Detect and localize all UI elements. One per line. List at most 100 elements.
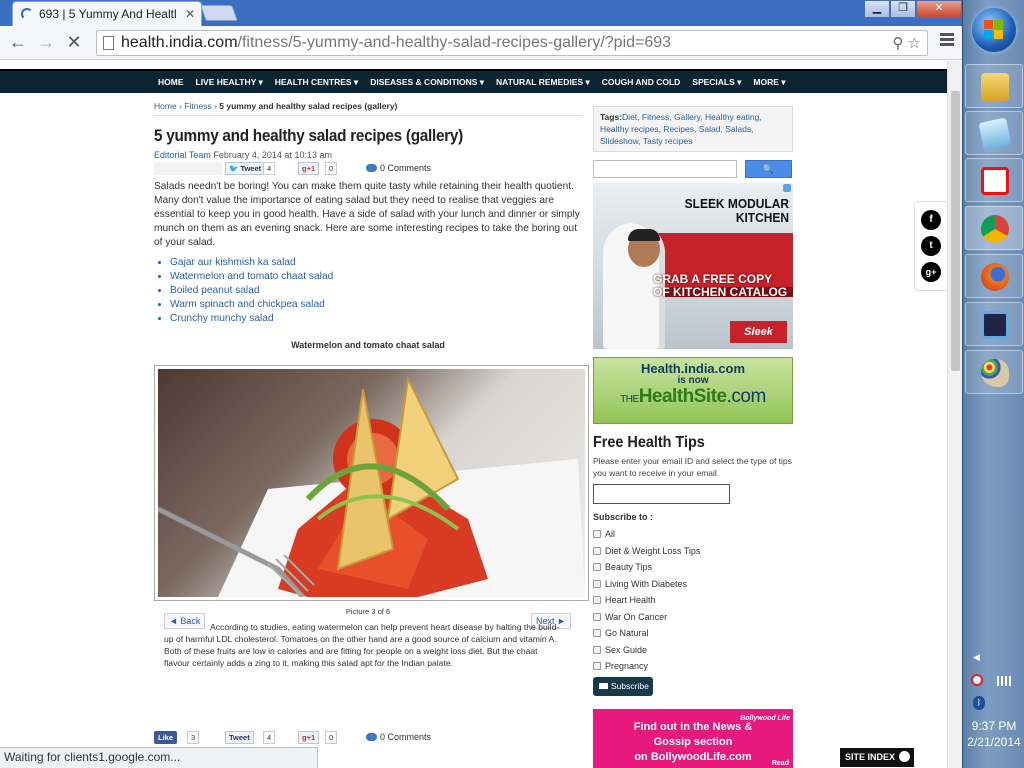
byline: Editorial Team February 4, 2014 at 10:13… (154, 150, 582, 160)
option-checkbox[interactable]: Go Natural (593, 625, 793, 642)
zoom-icon[interactable]: ⚲ (892, 35, 903, 52)
taskbar-airtel[interactable] (965, 158, 1023, 202)
chevron-circle-icon (899, 751, 911, 762)
search-button[interactable]: 🔍 (745, 160, 792, 178)
show-hidden-icons[interactable]: ◀ (973, 652, 980, 663)
status-bubble: Waiting for clients1.google.com... (0, 747, 318, 768)
recipe-link[interactable]: Warm spinach and chickpea salad (170, 298, 582, 312)
option-checkbox[interactable]: All (593, 526, 793, 543)
back-arrow-icon[interactable]: ← (6, 31, 30, 55)
windows-flag-icon (984, 20, 1004, 40)
address-bar[interactable]: health.india.com/fitness/5-yummy-and-hea… (96, 30, 928, 56)
subscription-options: All Diet & Weight Loss Tips Beauty Tips … (593, 526, 793, 675)
chrome-icon (981, 215, 1009, 243)
comments-link[interactable]: 0 Comments (366, 162, 431, 175)
subscribe-button[interactable]: Subscribe (593, 676, 653, 696)
recipe-link[interactable]: Boiled peanut salad (170, 284, 582, 298)
tags-box: Tags:Diet, Fitness, Gallery, Healthy eat… (593, 106, 793, 152)
option-checkbox[interactable]: Diet & Weight Loss Tips (593, 543, 793, 560)
breadcrumb-home[interactable]: Home (154, 101, 177, 111)
bookmark-star-icon[interactable]: ☆ (908, 35, 921, 52)
recipe-link[interactable]: Crunchy munchy salad (170, 312, 582, 326)
nav-diseases-conditions[interactable]: DISEASES & CONDITIONS ▾ (370, 71, 484, 93)
page-icon (103, 36, 114, 50)
airtel-icon (981, 167, 1009, 195)
google-plus-icon[interactable]: g+ (921, 262, 941, 282)
twitter-bird-icon: 🐦 (229, 164, 239, 173)
chrome-menu-icon[interactable] (940, 33, 954, 48)
recipe-link[interactable]: Watermelon and tomato chaat salad (170, 270, 582, 284)
forward-arrow-icon[interactable]: → (34, 31, 58, 55)
option-checkbox[interactable]: Heart Health (593, 592, 793, 609)
tweet-button[interactable]: Tweet (225, 731, 254, 744)
nav-more[interactable]: MORE ▾ (753, 71, 785, 93)
tab-close-icon[interactable]: ✕ (185, 7, 195, 21)
clock-time: 9:37 PM (971, 719, 1017, 733)
bluetooth-icon[interactable]: ᛒ (973, 696, 985, 710)
taskbar-chrome[interactable] (965, 206, 1023, 250)
sleek-logo: Sleek (730, 321, 787, 343)
bollywoodlife-ad[interactable]: Bollywood Life Find out in the News & Go… (593, 709, 793, 768)
nav-cough-and-cold[interactable]: COUGH AND COLD (602, 71, 681, 93)
photo-caption: Watermelon and tomato chaat salad (291, 340, 445, 350)
site-index-button[interactable]: SITE INDEX (840, 748, 914, 767)
recipe-list: Gajar aur kishmish ka salad Watermelon a… (154, 256, 582, 326)
taskbar-explorer[interactable] (965, 64, 1023, 108)
option-checkbox[interactable]: Living With Diabetes (593, 576, 793, 593)
tweet-button[interactable]: 🐦 Tweet (225, 162, 266, 175)
nav-home[interactable]: HOME (158, 71, 184, 93)
start-button[interactable] (972, 8, 1016, 52)
adchoices-icon[interactable] (783, 184, 791, 192)
minimize-button[interactable]: ▁ (864, 0, 890, 18)
breadcrumb-fitness[interactable]: Fitness (184, 101, 211, 111)
taskbar-clock[interactable]: 9:37 PM 2/21/2014 (963, 718, 1024, 750)
scrollbar-thumb[interactable] (951, 91, 960, 371)
twitter-icon[interactable]: t (921, 236, 941, 256)
gallery-controls: Picture 3 of 6 ◄ Back Next ► According t… (154, 607, 582, 687)
facebook-icon[interactable]: f (921, 210, 941, 230)
option-checkbox[interactable]: Pregnancy (593, 658, 793, 675)
taskbar-media[interactable] (965, 302, 1023, 346)
maximize-button[interactable]: ❐ (890, 0, 916, 18)
email-input[interactable] (593, 484, 730, 504)
sleek-kitchen-ad[interactable]: SLEEK MODULAR KITCHEN GRAB A FREE COPY O… (593, 183, 793, 349)
nav-natural-remedies[interactable]: NATURAL REMEDIES ▾ (496, 71, 590, 93)
gplus-count: 0 (325, 162, 338, 175)
gplus-button[interactable]: g+1 (298, 162, 320, 175)
new-tab-button[interactable] (200, 5, 238, 21)
nav-specials[interactable]: SPECIALS ▾ (692, 71, 741, 93)
folder-icon (981, 73, 1009, 101)
browser-toolbar: ← → ✕ health.india.com/fitness/5-yummy-a… (0, 26, 962, 60)
facebook-like-placeholder (154, 162, 222, 175)
site-search: 🔍 (593, 160, 793, 179)
taskbar-firefox[interactable] (965, 254, 1023, 298)
nav-health-centres[interactable]: HEALTH CENTRES ▾ (275, 71, 358, 93)
option-checkbox[interactable]: Sex Guide (593, 642, 793, 659)
volume-muted-icon[interactable] (971, 674, 983, 686)
gplus-button[interactable]: g+1 (298, 731, 320, 744)
healthsite-banner[interactable]: Health.india.com is now THEHealthSite.co… (593, 357, 793, 424)
close-window-button[interactable]: ✕ (916, 0, 962, 18)
comments-link[interactable]: 0 Comments (366, 731, 431, 744)
author-link[interactable]: Editorial Team (154, 150, 211, 160)
recipe-link[interactable]: Gajar aur kishmish ka salad (170, 256, 582, 270)
tag-links[interactable]: Diet, Fitness, Gallery, Healthy eating, … (600, 112, 762, 146)
breadcrumb-current: 5 yummy and healthy salad recipes (galle… (219, 101, 398, 111)
tips-description: Please enter your email ID and select th… (593, 456, 792, 478)
option-checkbox[interactable]: Beauty Tips (593, 559, 793, 576)
like-count: 3 (187, 731, 200, 744)
page-scrollbar[interactable] (947, 61, 962, 768)
option-checkbox[interactable]: War On Cancer (593, 609, 793, 626)
monitor-globe-icon (981, 311, 1009, 339)
stop-loading-icon[interactable]: ✕ (62, 31, 86, 55)
salad-photo (158, 369, 585, 597)
search-input[interactable] (593, 160, 737, 178)
share-bar-top: 🐦 Tweet 4 g+1 0 0 Comments (154, 162, 582, 176)
facebook-like-button[interactable]: Like (154, 731, 178, 744)
browser-tab[interactable]: 693 | 5 Yummy And Healtl ✕ (12, 1, 202, 26)
network-signal-icon[interactable] (997, 676, 1011, 686)
taskbar-notepad[interactable] (965, 111, 1023, 155)
url-text[interactable]: health.india.com/fitness/5-yummy-and-hea… (121, 34, 671, 52)
nav-live-healthy[interactable]: LIVE HEALTHY ▾ (196, 71, 263, 93)
taskbar-paint[interactable] (965, 350, 1023, 394)
